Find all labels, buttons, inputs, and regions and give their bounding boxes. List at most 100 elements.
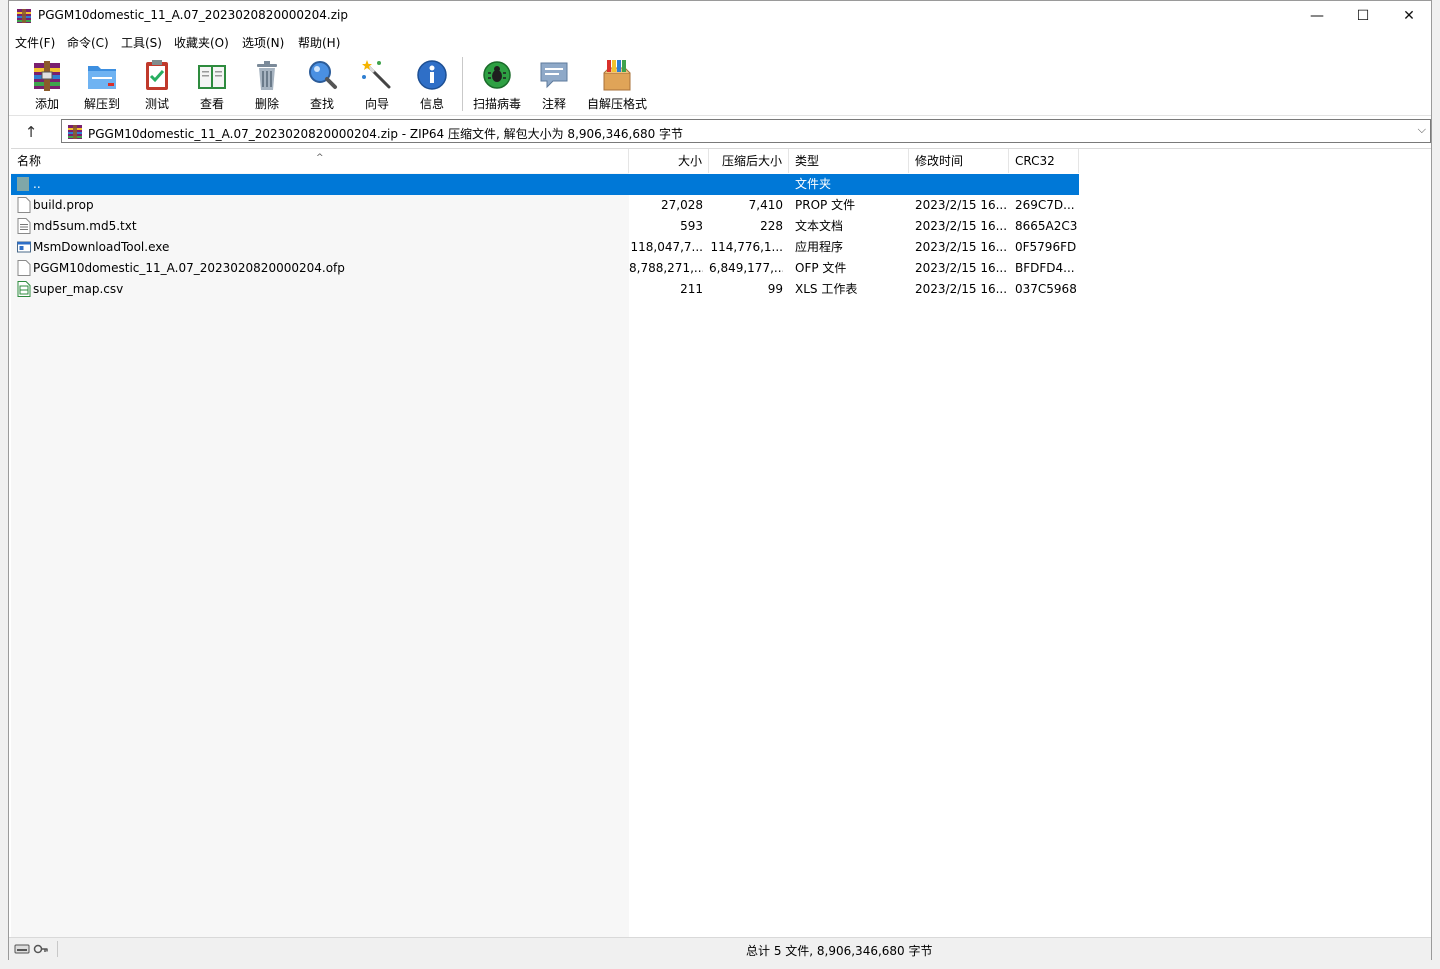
view-button[interactable]: 查看 — [184, 55, 240, 113]
file-row[interactable]: super_map.csv 211 99 XLS 工作表 2023/2/15 1… — [11, 279, 1079, 300]
status-divider — [57, 941, 58, 957]
file-icon — [17, 260, 31, 276]
menu-file[interactable]: 文件(F) — [15, 34, 55, 51]
sfx-button[interactable]: 自解压格式 — [587, 55, 647, 113]
exe-icon — [17, 241, 31, 253]
file-icon — [17, 197, 31, 213]
file-packed: 228 — [760, 219, 783, 233]
virus-scan-icon — [483, 61, 511, 89]
file-size — [629, 174, 703, 195]
menu-help[interactable]: 帮助(H) — [298, 34, 340, 51]
file-crc: 037C5968 — [1015, 282, 1077, 296]
address-row: ↑ PGGM10domestic_11_A.07_202302082000020… — [9, 118, 1431, 146]
file-type: XLS 工作表 — [795, 282, 858, 296]
info-icon — [417, 60, 447, 90]
file-packed: 114,776,1... — [710, 240, 783, 254]
file-name: .. — [33, 177, 41, 191]
find-button[interactable]: 查找 — [294, 55, 350, 113]
chevron-down-icon[interactable]: ⌵ — [1418, 123, 1426, 137]
column-crc[interactable]: CRC32 — [1009, 149, 1079, 173]
sfx-box-icon — [603, 60, 631, 91]
file-size: 8,788,271,... — [629, 261, 703, 275]
file-type: 文件夹 — [795, 177, 832, 191]
add-button[interactable]: 添加 — [19, 55, 75, 113]
menu-commands[interactable]: 命令(C) — [67, 34, 109, 51]
test-clipboard-icon — [146, 60, 168, 90]
address-text: PGGM10domestic_11_A.07_2023020820000204.… — [88, 127, 684, 141]
file-packed: 99 — [767, 282, 783, 296]
file-name: build.prop — [33, 198, 94, 212]
comment-label: 注释 — [541, 97, 566, 111]
file-packed: 6,849,177,... — [709, 261, 783, 275]
file-crc: 8665A2C3 — [1015, 219, 1078, 233]
file-modified: 2023/2/15 16... — [915, 198, 1007, 212]
archive-icon — [68, 125, 82, 139]
delete-button[interactable]: 删除 — [239, 55, 295, 113]
sort-ascending-icon: ^ — [316, 153, 324, 163]
column-modified[interactable]: 修改时间 — [909, 149, 1009, 173]
file-list: 名称 ^ 大小 压缩后大小 类型 修改时间 CRC32 .. 文件夹 build… — [11, 148, 1431, 938]
file-size: 118,047,7... — [630, 240, 703, 254]
file-modified — [915, 174, 1007, 195]
wizard-button[interactable]: 向导 — [349, 55, 405, 113]
winrar-app-icon — [17, 9, 31, 23]
file-row[interactable]: MsmDownloadTool.exe 118,047,7... 114,776… — [11, 237, 1079, 258]
column-header: 名称 ^ 大小 压缩后大小 类型 修改时间 CRC32 — [11, 149, 1081, 173]
title-bar[interactable]: PGGM10domestic_11_A.07_2023020820000204.… — [9, 1, 1431, 31]
file-row[interactable]: build.prop 27,028 7,410 PROP 文件 2023/2/1… — [11, 195, 1079, 216]
menu-options[interactable]: 选项(N) — [242, 34, 284, 51]
up-level-button[interactable]: ↑ — [19, 121, 43, 143]
sfx-label: 自解压格式 — [586, 97, 647, 111]
trash-icon — [257, 61, 277, 90]
address-bar[interactable]: PGGM10domestic_11_A.07_2023020820000204.… — [61, 119, 1431, 143]
virus-scan-button[interactable]: 扫描病毒 — [469, 55, 525, 113]
file-modified: 2023/2/15 16... — [915, 282, 1007, 296]
file-crc: 0F5796FD — [1015, 240, 1077, 254]
file-row-parent[interactable]: .. 文件夹 — [11, 174, 1079, 195]
file-row[interactable]: md5sum.md5.txt 593 228 文本文档 2023/2/15 16… — [11, 216, 1079, 237]
column-name-label: 名称 — [17, 154, 42, 168]
file-type: 应用程序 — [795, 240, 844, 254]
file-crc: BFDFD4... — [1015, 261, 1075, 275]
file-name: md5sum.md5.txt — [33, 219, 137, 233]
status-summary: 总计 5 文件, 8,906,346,680 字节 — [746, 944, 933, 958]
comment-button[interactable]: 注释 — [526, 55, 582, 113]
file-name: super_map.csv — [33, 282, 124, 296]
toolbar: 添加 解压到 测试 查看 删除 查找 向导 信息 扫描病毒 注释 自解压格式 — [9, 51, 1431, 116]
close-button[interactable]: ✕ — [1386, 1, 1432, 31]
file-crc: 269C7D... — [1015, 198, 1075, 212]
column-type[interactable]: 类型 — [789, 149, 909, 173]
maximize-icon: ☐ — [1356, 8, 1370, 24]
file-size: 27,028 — [661, 198, 703, 212]
file-size: 211 — [680, 282, 703, 296]
file-size: 593 — [680, 219, 703, 233]
extract-folder-icon — [88, 66, 116, 89]
menu-tools[interactable]: 工具(S) — [121, 34, 162, 51]
arrow-up-icon: ↑ — [24, 123, 38, 141]
maximize-button[interactable]: ☐ — [1340, 1, 1386, 31]
comment-icon — [540, 62, 568, 89]
file-modified: 2023/2/15 16... — [915, 261, 1007, 275]
file-name: MsmDownloadTool.exe — [33, 240, 170, 254]
minimize-button[interactable]: — — [1294, 1, 1340, 31]
winrar-window: PGGM10domestic_11_A.07_2023020820000204.… — [8, 0, 1432, 961]
info-button[interactable]: 信息 — [404, 55, 460, 113]
parent-folder-icon — [17, 177, 29, 191]
minimize-icon: — — [1310, 8, 1324, 24]
file-packed: 7,410 — [748, 198, 783, 212]
menu-favorites[interactable]: 收藏夹(O) — [174, 34, 229, 51]
csv-icon — [17, 281, 31, 297]
file-type: 文本文档 — [795, 219, 844, 233]
status-bar: 总计 5 文件, 8,906,346,680 字节 — [9, 937, 1431, 961]
menu-bar: 文件(F) 命令(C) 工具(S) 收藏夹(O) 选项(N) 帮助(H) — [9, 31, 1431, 51]
info-label: 信息 — [419, 97, 444, 111]
text-file-icon — [17, 218, 31, 234]
test-button[interactable]: 测试 — [129, 55, 185, 113]
column-size[interactable]: 大小 — [629, 149, 709, 173]
column-packed[interactable]: 压缩后大小 — [709, 149, 789, 173]
column-name[interactable]: 名称 ^ — [11, 149, 629, 173]
drive-key-icon[interactable] — [14, 943, 50, 955]
file-type: OFP 文件 — [795, 261, 847, 275]
file-row[interactable]: PGGM10domestic_11_A.07_2023020820000204.… — [11, 258, 1079, 279]
extract-to-button[interactable]: 解压到 — [74, 55, 130, 113]
